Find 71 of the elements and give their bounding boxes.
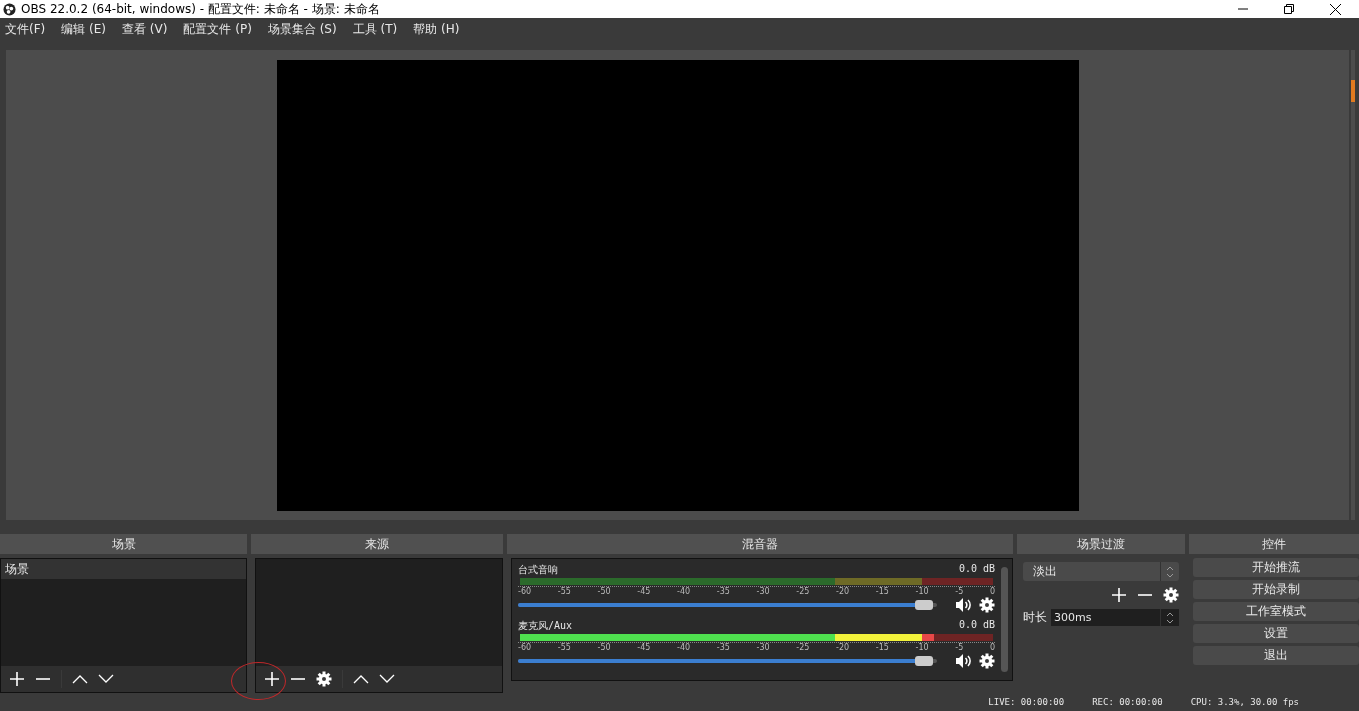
menu-item[interactable]: 配置文件 (P) xyxy=(183,20,252,38)
menu-item[interactable]: 查看 (V) xyxy=(122,20,168,38)
dock-title: 场景 xyxy=(0,534,247,554)
volume-slider[interactable] xyxy=(518,659,937,663)
meter-tick: -45 xyxy=(637,587,651,596)
meter-tick: -10 xyxy=(915,643,929,652)
meter-tick: -25 xyxy=(796,643,810,652)
speaker-icon[interactable] xyxy=(955,597,973,613)
meter-tick: -35 xyxy=(716,643,730,652)
menu-item[interactable]: 帮助 (H) xyxy=(413,20,460,38)
channel-reading: 0.0 dB xyxy=(958,563,995,576)
plus-icon[interactable] xyxy=(264,671,280,687)
spinner-icon xyxy=(1166,611,1174,624)
meter-tick: -20 xyxy=(836,643,850,652)
volume-slider[interactable] xyxy=(518,603,937,607)
meter-tick: -5 xyxy=(955,643,964,652)
meter-tick: 0 xyxy=(989,643,995,652)
meter-tick: -40 xyxy=(677,587,691,596)
meter-tick: -50 xyxy=(597,587,611,596)
channel-name: 台式音响 xyxy=(518,563,558,577)
settings-icon[interactable] xyxy=(1163,587,1179,603)
menu-item[interactable]: 编辑 (E) xyxy=(61,20,107,38)
status-text: REC: 00:00:00 xyxy=(1092,697,1163,707)
dock-title: 控件 xyxy=(1189,534,1359,554)
meter-tick: -55 xyxy=(557,587,571,596)
channel-reading: 0.0 dB xyxy=(958,619,995,632)
window-title: OBS 22.0.2 (64-bit, windows) - 配置文件: 未命名 - 场景: 未命名 xyxy=(21,0,381,18)
plus-icon[interactable] xyxy=(1111,587,1127,603)
meter-tick: -35 xyxy=(716,587,730,596)
meter-tick: -60 xyxy=(518,587,532,596)
plus-icon[interactable] xyxy=(9,671,25,687)
meter-tick: 0 xyxy=(989,587,995,596)
settings-icon[interactable] xyxy=(979,597,995,613)
meter-tick: -30 xyxy=(756,587,770,596)
status-text: CPU: 3.3%, 30.00 fps xyxy=(1190,697,1299,707)
meter-tick: -10 xyxy=(915,587,929,596)
transition-dropdown[interactable]: 淡出 xyxy=(1023,562,1179,581)
meter-tick: -25 xyxy=(796,587,810,596)
meter-tick: -20 xyxy=(836,587,850,596)
control-button[interactable]: 工作室模式 xyxy=(1193,602,1359,621)
control-button[interactable]: 开始录制 xyxy=(1193,580,1359,599)
close-icon[interactable] xyxy=(1330,3,1341,15)
meter-tick: -55 xyxy=(557,643,571,652)
duration-label: 时长 xyxy=(1023,609,1047,626)
menu-item[interactable]: 工具 (T) xyxy=(352,20,398,38)
control-button[interactable]: 开始推流 xyxy=(1193,558,1359,577)
meter-tick: -5 xyxy=(955,587,964,596)
meter-tick: -15 xyxy=(875,643,889,652)
dock-title: 来源 xyxy=(251,534,503,554)
meter-tick: -45 xyxy=(637,643,651,652)
duration-field[interactable]: 300ms xyxy=(1051,609,1179,626)
control-button[interactable]: 设置 xyxy=(1193,624,1359,643)
meter-tick: -40 xyxy=(677,643,691,652)
spinner-icon xyxy=(1166,565,1174,578)
restore-icon[interactable] xyxy=(1284,3,1294,14)
scrollbar[interactable] xyxy=(1001,567,1008,672)
scene-item[interactable]: 场景 xyxy=(1,559,246,579)
status-text: LIVE: 00:00:00 xyxy=(988,697,1065,707)
menu-item[interactable]: 文件(F) xyxy=(5,20,46,38)
meter-tick: -50 xyxy=(597,643,611,652)
meter-tick: -30 xyxy=(756,643,770,652)
meter-tick: -15 xyxy=(875,587,889,596)
control-button[interactable]: 退出 xyxy=(1193,646,1359,665)
channel-name: 麦克风/Aux xyxy=(518,619,573,633)
dock-title: 混音器 xyxy=(507,534,1013,554)
speaker-icon[interactable] xyxy=(955,653,973,669)
meter-tick: -60 xyxy=(518,643,532,652)
menu-item[interactable]: 场景集合 (S) xyxy=(267,20,337,38)
settings-icon[interactable] xyxy=(316,671,332,687)
dock-title: 场景过渡 xyxy=(1017,534,1185,554)
settings-icon[interactable] xyxy=(979,653,995,669)
